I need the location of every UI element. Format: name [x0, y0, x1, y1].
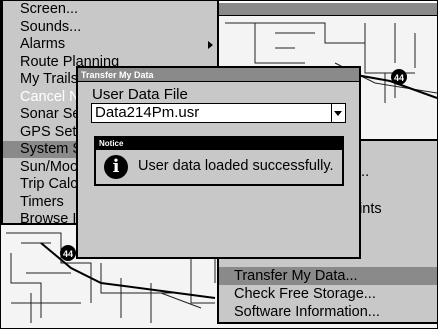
submenu-item-transfer-my-data[interactable]: Transfer My Data... [219, 267, 437, 285]
main-menu-item[interactable]: Screen... [3, 1, 217, 18]
main-menu-item[interactable]: Sounds... [3, 19, 217, 36]
notice-box: Notice i User data loaded successfully. [94, 136, 344, 186]
submenu-item-check-free-storage[interactable]: Check Free Storage... [219, 285, 437, 303]
map-titlebar [215, 3, 437, 16]
info-icon: i [104, 155, 128, 179]
highway-shield: 44 [391, 69, 407, 85]
svg-text:44: 44 [63, 249, 73, 259]
highway-shield-bottom: 44 [60, 245, 76, 261]
dialog-title: Transfer My Data [78, 68, 359, 82]
gps-screen: 44 44 Screen... Sounds... Alarms Route P… [0, 0, 438, 329]
transfer-my-data-dialog: Transfer My Data User Data File Data214P… [76, 66, 361, 259]
user-data-file-label: User Data File [92, 86, 188, 103]
chevron-right-icon [208, 41, 213, 49]
svg-text:44: 44 [394, 73, 404, 83]
main-menu-item[interactable]: Alarms [3, 36, 217, 53]
notice-message: User data loaded successfully. [138, 158, 334, 174]
user-data-file-select[interactable]: Data214Pm.usr [91, 103, 346, 123]
selected-file-value: Data214Pm.usr [95, 104, 200, 121]
chevron-down-icon[interactable] [331, 104, 345, 122]
notice-title: Notice [96, 138, 342, 150]
submenu-item-software-information[interactable]: Software Information... [219, 303, 437, 321]
